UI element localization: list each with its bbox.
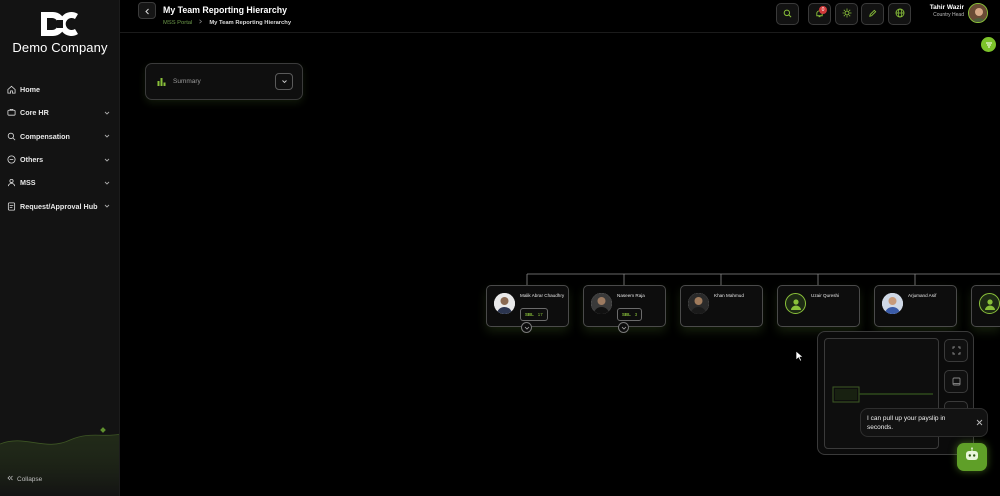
page-title: My Team Reporting Hierarchy — [163, 5, 288, 15]
employee-name: Naseem Raja — [617, 293, 645, 298]
user-placeholder-icon — [785, 293, 806, 314]
bar-chart-icon — [157, 73, 166, 91]
chevron-down-icon — [103, 179, 111, 187]
folder-icon — [6, 108, 16, 118]
chevron-left-icon — [144, 2, 151, 20]
org-node-malik-abrar-chaudhry[interactable]: Malik Abrar Chaudhry SBL 17 — [486, 285, 569, 327]
pen-icon — [868, 5, 877, 23]
image-export-button[interactable] — [944, 370, 968, 393]
sidebar-item-label: Core HR — [20, 108, 49, 118]
back-button[interactable] — [138, 2, 156, 19]
search-button[interactable] — [776, 3, 799, 25]
employee-avatar — [591, 293, 612, 314]
reportee-count: SBL 17 — [520, 308, 548, 321]
company-name: Demo Company — [12, 40, 108, 55]
org-node-uzair-qureshi[interactable]: Uzair Qureshi — [777, 285, 860, 327]
sidebar-item-compensation[interactable]: Compensation — [0, 125, 119, 148]
employee-name: Uzair Qureshi — [811, 293, 840, 298]
sidebar-item-others[interactable]: Others — [0, 148, 119, 171]
sidebar-item-request-approval-hub[interactable]: Request/Approval Hub — [0, 194, 119, 217]
chevron-down-icon — [524, 326, 529, 330]
chevron-down-icon — [103, 132, 111, 140]
employee-avatar — [494, 293, 515, 314]
robot-icon — [964, 447, 980, 467]
sidebar-item-mss[interactable]: MSS — [0, 171, 119, 194]
grid-circle-icon — [6, 155, 16, 165]
image-icon — [952, 373, 961, 391]
sidebar-item-home[interactable]: Home — [0, 78, 119, 101]
header-divider — [120, 32, 1000, 33]
count-value: 17 — [537, 312, 543, 317]
expand-node-button[interactable] — [618, 322, 629, 333]
fullscreen-button[interactable] — [944, 339, 968, 362]
collapse-label: Collapse — [17, 475, 43, 483]
sidebar: Demo Company Home Core HR Compensation O… — [0, 0, 120, 496]
sidebar-item-core-hr[interactable]: Core HR — [0, 101, 119, 124]
user-avatar[interactable] — [968, 3, 988, 23]
sidebar-nav: Home Core HR Compensation Others MSS Req… — [0, 78, 119, 218]
summary-label: Summary — [173, 78, 201, 85]
search-icon — [783, 5, 792, 23]
sidebar-item-label: Request/Approval Hub — [20, 201, 98, 211]
employee-name: Arjumand Asif — [908, 293, 937, 298]
notifications-button[interactable]: 0 — [808, 3, 831, 25]
chevron-down-icon — [621, 326, 626, 330]
sidebar-item-label: Home — [20, 85, 40, 95]
summary-dropdown[interactable]: Summary — [145, 63, 303, 100]
collapse-button[interactable]: Collapse — [7, 475, 42, 483]
chevron-down-icon — [281, 80, 287, 84]
user-placeholder-icon — [979, 293, 1000, 314]
document-icon — [6, 201, 16, 211]
reportee-count: SBL 3 — [617, 308, 643, 321]
assistant-message-text: I can pull up your payslip in seconds. — [867, 415, 946, 431]
breadcrumb-mss-portal[interactable]: MSS Portal — [163, 20, 192, 26]
dc-logo-icon — [41, 11, 78, 36]
sidebar-wave-decoration — [0, 427, 119, 496]
company-logo[interactable]: Demo Company — [0, 10, 119, 55]
money-search-icon — [6, 131, 16, 141]
filter-button[interactable] — [981, 37, 996, 52]
chevron-down-icon — [103, 156, 111, 164]
summary-expand-button[interactable] — [275, 73, 293, 90]
sidebar-item-label: Compensation — [20, 131, 70, 141]
count-tag: SBL — [525, 312, 534, 317]
org-node-khan-mahmud[interactable]: Khan Mahmud — [680, 285, 763, 327]
assistant-message: I can pull up your payslip in seconds. — [860, 408, 988, 437]
language-button[interactable] — [888, 3, 911, 25]
employee-name: Malik Abrar Chaudhry — [520, 293, 565, 298]
sun-icon — [842, 5, 852, 23]
breadcrumb-separator-icon — [198, 19, 203, 26]
employee-avatar — [882, 293, 903, 314]
theme-toggle-button[interactable] — [835, 3, 858, 25]
count-tag: SBL — [622, 312, 631, 317]
user-role: Country Head — [933, 12, 964, 18]
globe-icon — [895, 5, 905, 23]
double-chevron-left-icon — [7, 475, 13, 483]
edit-button[interactable] — [861, 3, 884, 25]
employee-name: Khan Mahmud — [714, 293, 744, 298]
people-icon — [6, 178, 16, 188]
home-icon — [6, 85, 16, 95]
count-value: 3 — [634, 312, 638, 317]
filter-icon — [985, 36, 993, 54]
org-node-arjumand-asif[interactable]: Arjumand Asif — [874, 285, 957, 327]
breadcrumb: MSS Portal My Team Reporting Hierarchy — [163, 19, 291, 26]
org-node-naseem-raja[interactable]: Naseem Raja SBL 3 — [583, 285, 666, 327]
close-icon[interactable] — [975, 418, 983, 426]
chevron-down-icon — [103, 202, 111, 210]
breadcrumb-current: My Team Reporting Hierarchy — [209, 19, 292, 26]
user-name: Tahir Wazir — [929, 4, 964, 11]
expand-icon — [952, 342, 961, 360]
mouse-cursor — [795, 349, 804, 367]
org-node-partial[interactable] — [971, 285, 1000, 327]
notification-badge: 0 — [819, 6, 827, 14]
employee-avatar — [688, 293, 709, 314]
expand-node-button[interactable] — [521, 322, 532, 333]
sidebar-item-label: Others — [20, 155, 44, 165]
chevron-down-icon — [103, 109, 111, 117]
sidebar-item-label: MSS — [20, 178, 36, 188]
assistant-bot-button[interactable] — [957, 443, 987, 471]
